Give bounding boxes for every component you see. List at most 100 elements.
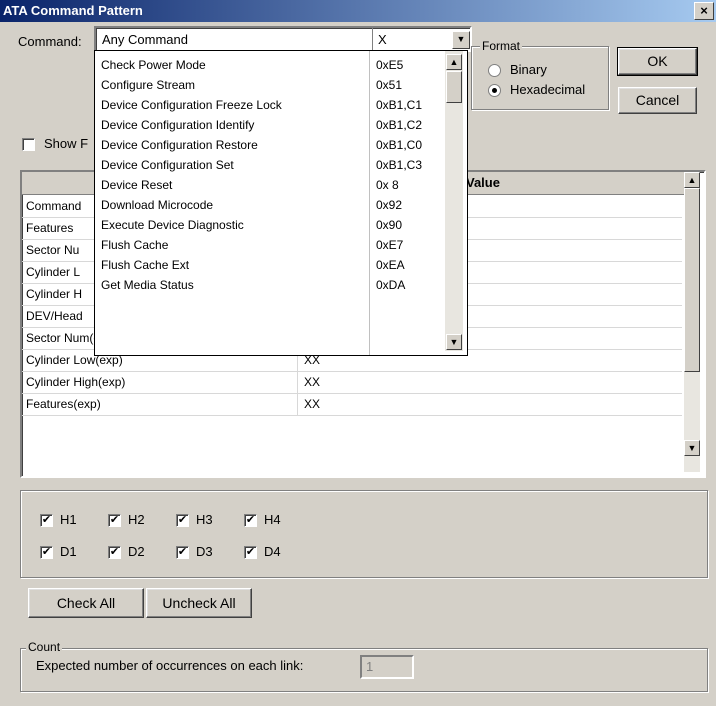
link-checkbox-h4[interactable]: ✔ — [244, 514, 257, 527]
link-checkbox-group — [20, 490, 708, 578]
checkmark-icon: ✔ — [41, 546, 52, 558]
dropdown-scroll-down-icon[interactable]: ▼ — [446, 334, 462, 350]
dropdown-item-name: Configure Stream — [101, 78, 196, 92]
count-field[interactable]: 1 — [360, 655, 414, 679]
checkmark-icon: ✔ — [41, 514, 52, 526]
command-dropdown-list[interactable]: Check Power Mode 0xE5 Configure Stream 0x5… — [94, 50, 468, 356]
command-selected-code: X — [378, 32, 387, 47]
checkmark-icon: ✔ — [245, 546, 256, 558]
checkmark-icon: ✔ — [245, 514, 256, 526]
dropdown-item-name: Device Configuration Set — [101, 158, 234, 172]
checkmark-icon: ✔ — [109, 514, 120, 526]
binary-radio-label: Binary — [510, 62, 547, 77]
cancel-button[interactable]: Cancel — [618, 87, 697, 114]
link-checkbox-d2[interactable]: ✔ — [108, 546, 121, 559]
field-name: Command — [26, 199, 82, 213]
binary-radio[interactable] — [488, 64, 501, 77]
dropdown-item[interactable]: Get Media Status 0xDA — [95, 275, 445, 295]
link-checkbox-d1[interactable]: ✔ — [40, 546, 53, 559]
dropdown-item-code: 0x92 — [376, 198, 403, 212]
dropdown-arrow-icon[interactable]: ▼ — [452, 31, 470, 49]
format-group — [471, 46, 609, 110]
dropdown-item[interactable]: Download Microcode 0x92 — [95, 195, 445, 215]
dropdown-item[interactable]: Flush Cache 0xE7 — [95, 235, 445, 255]
count-prompt: Expected number of occurrences on each l… — [36, 658, 304, 673]
count-value: 1 — [366, 659, 374, 674]
link-label-d2: D2 — [128, 544, 145, 559]
field-value: XX — [304, 375, 321, 389]
uncheck-all-button[interactable]: Uncheck All — [146, 588, 252, 618]
show-checkbox[interactable] — [22, 138, 35, 151]
grid-scrollbar[interactable]: ▲ ▼ — [684, 172, 700, 472]
checkmark-icon: ✔ — [177, 546, 188, 558]
link-label-d4: D4 — [264, 544, 281, 559]
dropdown-scroll-thumb[interactable] — [446, 71, 462, 103]
dropdown-item-code: 0xB1,C2 — [376, 118, 423, 132]
dropdown-item-name: Download Microcode — [101, 198, 214, 212]
dropdown-item[interactable]: Device Configuration Freeze Lock 0xB1,C1 — [95, 95, 445, 115]
dropdown-item[interactable]: Flush Cache Ext 0xEA — [95, 255, 445, 275]
hexadecimal-radio[interactable] — [488, 84, 501, 97]
ok-button[interactable]: OK — [617, 47, 698, 76]
title-bar[interactable]: ATA Command Pattern × — [0, 0, 716, 22]
field-name: Features(exp) — [26, 397, 101, 411]
dropdown-item-code: 0xB1,C0 — [376, 138, 423, 152]
dropdown-item[interactable]: Execute Device Diagnostic 0x90 — [95, 215, 445, 235]
show-checkbox-label: Show F — [44, 136, 89, 151]
value-column-header: Value — [466, 175, 500, 190]
link-label-d3: D3 — [196, 544, 213, 559]
combo-divider — [372, 28, 373, 50]
link-checkbox-h3[interactable]: ✔ — [176, 514, 189, 527]
grid-row-features-exp[interactable]: Features(exp) XX — [22, 393, 682, 416]
dropdown-item-code: 0xB1,C3 — [376, 158, 423, 172]
check-all-button[interactable]: Check All — [28, 588, 144, 618]
field-name: Cylinder H — [26, 287, 83, 301]
link-checkbox-d4[interactable]: ✔ — [244, 546, 257, 559]
dropdown-item-code: 0x 8 — [376, 178, 399, 192]
link-checkbox-h1[interactable]: ✔ — [40, 514, 53, 527]
command-combobox[interactable]: Any Command X ▼ — [94, 26, 472, 52]
close-button[interactable]: × — [694, 2, 714, 20]
field-name: Cylinder L — [26, 265, 81, 279]
grid-scroll-thumb[interactable] — [684, 188, 700, 372]
link-label-h1: H1 — [60, 512, 77, 527]
link-checkbox-h2[interactable]: ✔ — [108, 514, 121, 527]
field-name: Cylinder High(exp) — [26, 375, 126, 389]
link-label-h4: H4 — [264, 512, 281, 527]
dropdown-item[interactable]: Device Configuration Restore 0xB1,C0 — [95, 135, 445, 155]
link-checkbox-d3[interactable]: ✔ — [176, 546, 189, 559]
dropdown-item[interactable]: Device Reset 0x 8 — [95, 175, 445, 195]
dropdown-item[interactable]: Device Configuration Set 0xB1,C3 — [95, 155, 445, 175]
grid-row-cylinder-high-exp[interactable]: Cylinder High(exp) XX — [22, 371, 682, 394]
dropdown-scrollbar[interactable]: ▲ ▼ — [445, 51, 463, 351]
dropdown-item-code: 0x51 — [376, 78, 403, 92]
dropdown-scroll-up-icon[interactable]: ▲ — [446, 54, 462, 70]
field-name: Features — [26, 221, 74, 235]
ata-command-pattern-dialog: ATA Command Pattern × Command: Any Comma… — [0, 0, 716, 706]
dropdown-item-code: 0xE5 — [376, 58, 404, 72]
dropdown-item-name: Device Configuration Freeze Lock — [101, 98, 282, 112]
dropdown-item-code: 0xE7 — [376, 238, 404, 252]
link-label-d1: D1 — [60, 544, 77, 559]
dropdown-item-code: 0xEA — [376, 258, 405, 272]
dropdown-item-code: 0x90 — [376, 218, 403, 232]
dropdown-item-name: Device Reset — [101, 178, 173, 192]
count-group-label: Count — [26, 640, 63, 654]
dropdown-item-name: Device Configuration Identify — [101, 118, 255, 132]
dropdown-item-code: 0xDA — [376, 278, 406, 292]
dropdown-item[interactable]: Configure Stream 0x51 — [95, 75, 445, 95]
field-value: XX — [304, 397, 321, 411]
scroll-down-icon[interactable]: ▼ — [684, 440, 700, 456]
dropdown-item-name: Flush Cache Ext — [101, 258, 190, 272]
field-name: Sector Nu — [26, 243, 80, 257]
dropdown-item-name: Execute Device Diagnostic — [101, 218, 244, 232]
dropdown-item[interactable]: Device Configuration Identify 0xB1,C2 — [95, 115, 445, 135]
dropdown-item[interactable]: Check Power Mode 0xE5 — [95, 55, 445, 75]
link-label-h3: H3 — [196, 512, 213, 527]
command-selected-name: Any Command — [102, 32, 188, 47]
scroll-up-icon[interactable]: ▲ — [684, 172, 700, 188]
dropdown-item-name: Get Media Status — [101, 278, 194, 292]
hexadecimal-radio-label: Hexadecimal — [510, 82, 586, 97]
window-title: ATA Command Pattern — [3, 3, 143, 18]
field-name: DEV/Head — [26, 309, 83, 323]
